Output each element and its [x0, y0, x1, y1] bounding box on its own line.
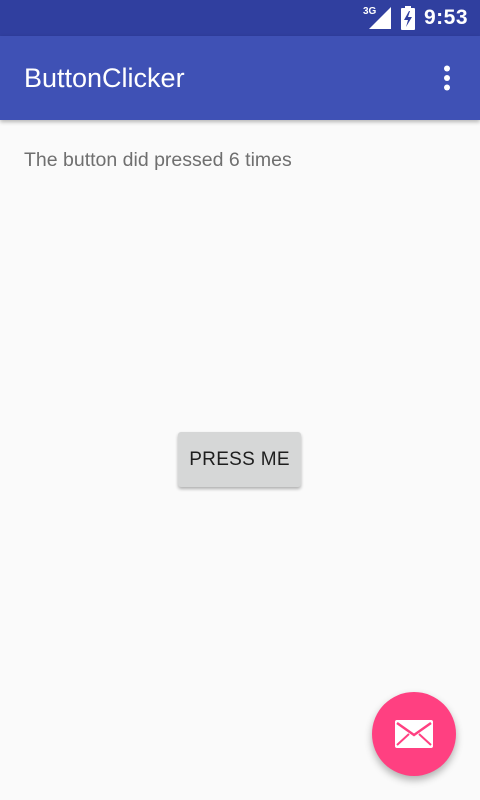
- press-me-button[interactable]: PRESS ME: [178, 432, 301, 487]
- overflow-menu-icon: [444, 65, 450, 91]
- signal-icon: [368, 7, 391, 29]
- battery-charging-icon: [400, 6, 415, 30]
- app-title: ButtonClicker: [24, 63, 185, 93]
- status-bar: 3G 9:53: [0, 0, 480, 36]
- status-time: 9:53: [423, 6, 468, 29]
- network-indicator: 3G: [363, 6, 391, 29]
- overflow-menu-button[interactable]: [428, 56, 466, 100]
- status-icons: 3G 9:53: [363, 0, 468, 36]
- email-icon: [395, 720, 433, 748]
- email-fab[interactable]: [372, 692, 456, 776]
- press-counter-text: The button did pressed 6 times: [24, 149, 292, 171]
- app-bar: ButtonClicker: [0, 36, 480, 120]
